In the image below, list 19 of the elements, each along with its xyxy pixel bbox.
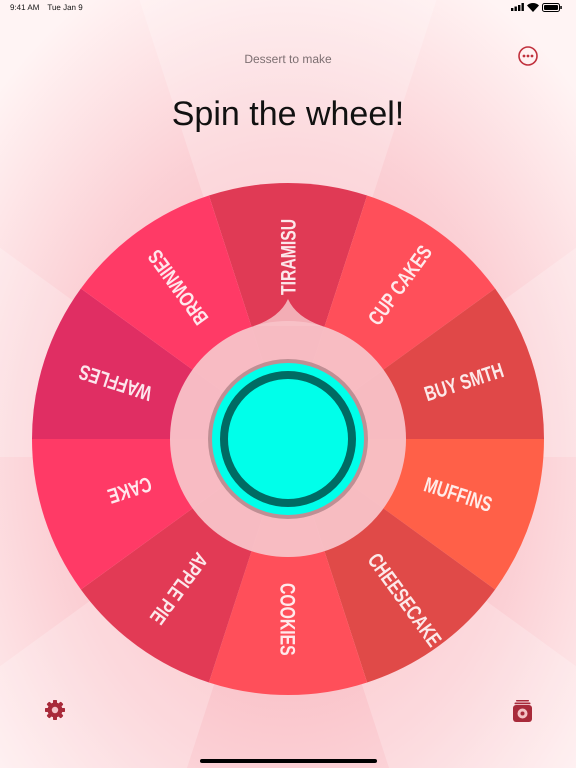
- more-icon: [518, 46, 538, 66]
- signal-icon: [511, 3, 524, 11]
- segment-label: TIRAMISU: [276, 218, 300, 295]
- more-button[interactable]: [516, 44, 540, 68]
- segment-label: MUFFINS: [421, 472, 496, 516]
- subtitle: Dessert to make: [244, 52, 332, 66]
- wifi-icon: [527, 2, 539, 12]
- segment-label: CAKE: [104, 472, 155, 509]
- segment-label: BUY SMTH: [421, 358, 507, 406]
- jar-icon: [513, 700, 532, 722]
- jar-button[interactable]: [513, 700, 532, 722]
- battery-icon: [542, 2, 562, 12]
- segment-label: COOKIES: [276, 583, 300, 656]
- title: Spin the wheel!: [170, 94, 406, 134]
- settings-button[interactable]: [45, 700, 65, 722]
- status-date: Tue Jan 9: [47, 2, 83, 12]
- spin-button[interactable]: [208, 359, 368, 519]
- status-time: 9:41 AM: [10, 2, 40, 12]
- settings-icon: [45, 700, 65, 720]
